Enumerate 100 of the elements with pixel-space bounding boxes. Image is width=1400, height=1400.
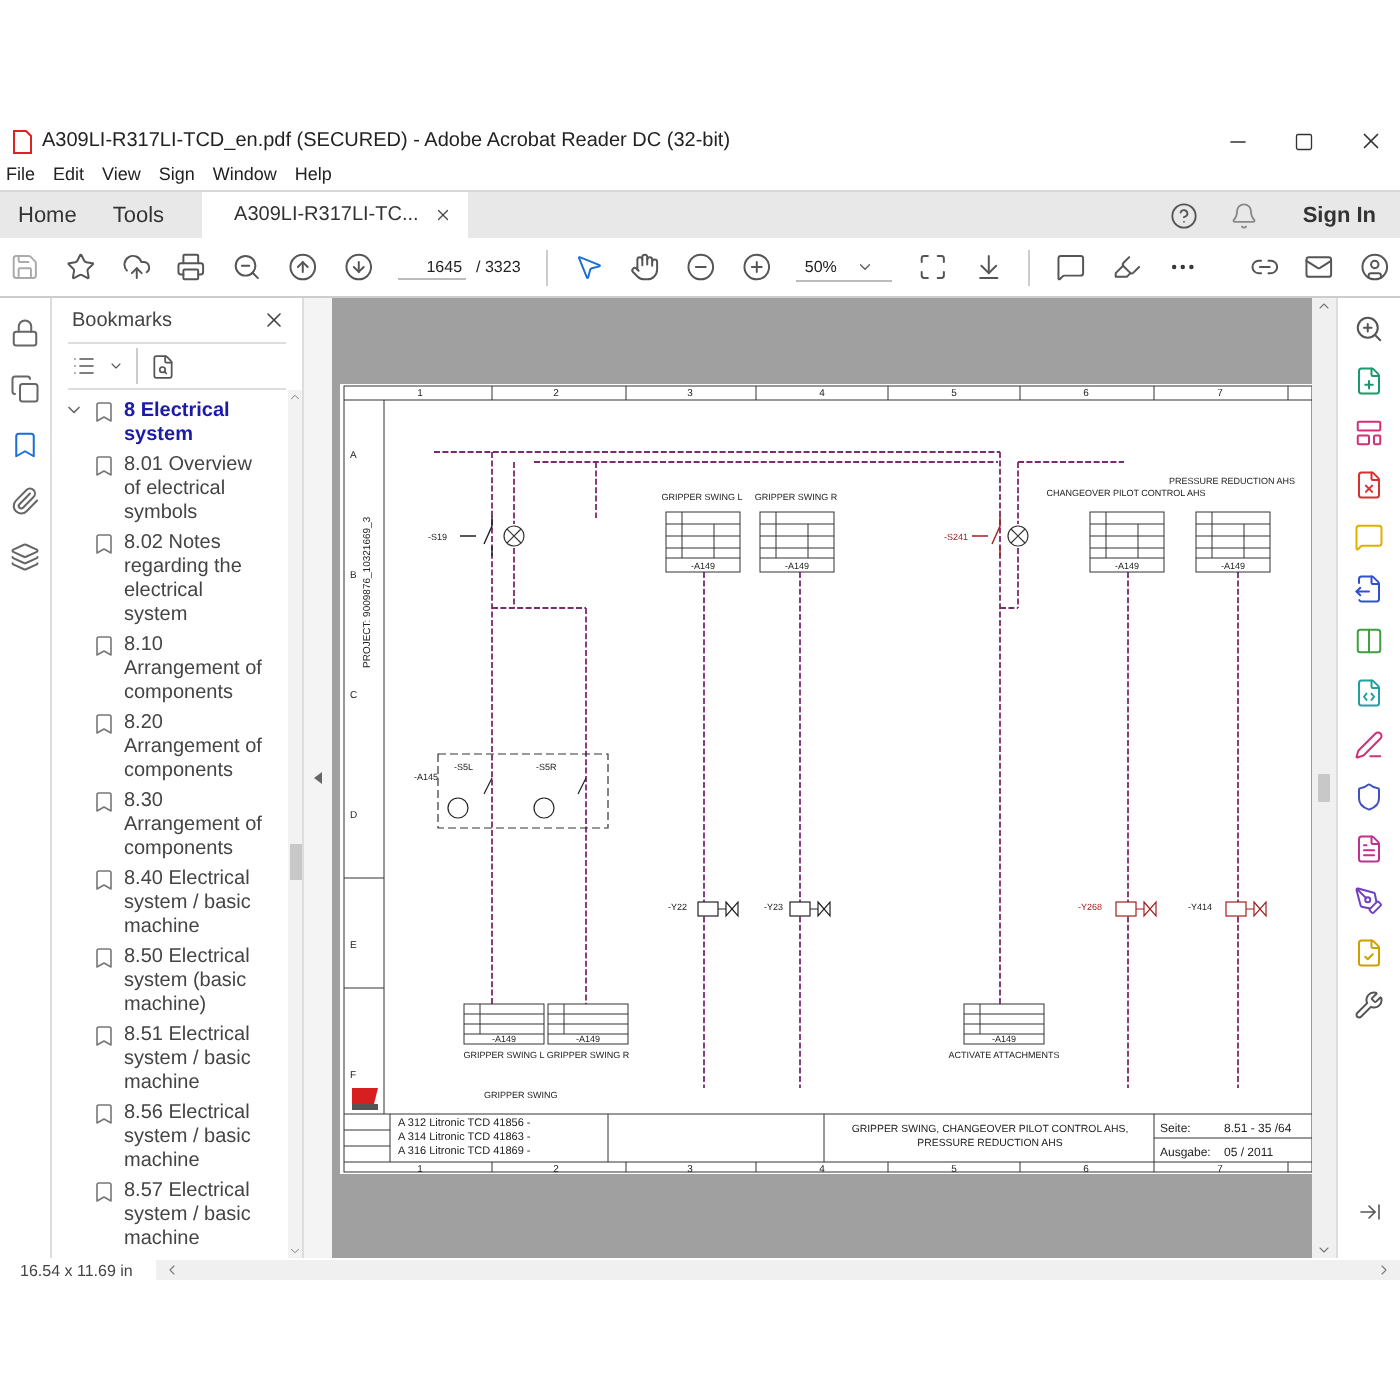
caret-icon[interactable] [108,358,124,374]
scrollbar-thumb[interactable] [289,844,301,880]
scrollbar-thumb[interactable] [1318,774,1330,802]
bookmark-icon [92,790,116,814]
bookmark-icon [92,634,116,658]
panel-title: Bookmarks [72,309,173,331]
bookmark-icon [92,1180,116,1204]
fit-page-icon[interactable] [917,252,948,282]
hand-icon[interactable] [630,252,660,282]
bookmark-item[interactable]: 8.51 Electrical system / basic machine [124,1024,268,1096]
bookmark-item[interactable]: 8.40 Electrical system / basic machine [124,868,268,940]
close-icon[interactable] [434,206,453,224]
highlighter-icon[interactable] [1112,252,1142,282]
zoom-field[interactable]: 50% [796,253,892,281]
valve-drawing [789,900,831,918]
file-plus-icon[interactable] [1354,366,1384,396]
bookmark-icon [92,454,116,478]
lock-icon[interactable] [10,318,40,348]
page-size: 16.54 x 11.69 in [20,1261,133,1279]
bookmark-icon [92,400,116,424]
pointer-icon[interactable] [574,252,605,282]
collapse-arrow-icon[interactable] [314,772,322,784]
pdf-file-icon [12,129,32,153]
print-icon[interactable] [176,252,207,282]
bookmark-item[interactable]: 8.10 Arrangement of components [124,634,268,706]
module-table [1195,511,1271,573]
file-check-icon[interactable] [1354,938,1384,968]
zoom-in-icon[interactable] [741,252,771,282]
menu-item[interactable]: Edit [53,163,85,183]
bookmark-item[interactable]: 8.01 Overview of electrical symbols [124,454,268,526]
pages-icon[interactable] [10,374,40,404]
sensor-drawing [447,777,587,819]
bookmark-icon [92,532,116,556]
tab[interactable]: Home [0,192,95,238]
user-icon[interactable] [1360,252,1391,282]
module-table [463,1003,545,1045]
tab[interactable]: A309LI-R317LI-TC... [202,192,469,238]
logo-icon [352,1088,378,1110]
mail-icon[interactable] [1304,252,1335,282]
module-table [963,1003,1045,1045]
previous-page-icon[interactable] [287,252,318,282]
signature-icon[interactable] [1354,886,1384,916]
help-icon[interactable] [1170,201,1199,229]
file-text-icon[interactable] [1354,834,1384,864]
sign-in-link[interactable]: Sign In [1302,203,1376,227]
file-x-icon[interactable] [1354,470,1384,500]
menu-item[interactable]: Sign [158,163,195,183]
module-table [547,1003,629,1045]
bookmark-item[interactable]: 8.50 Electrical system (basic machine) [124,946,268,1018]
shield-icon[interactable] [1354,782,1384,812]
bookmark-icon [92,1024,116,1048]
pen-icon[interactable] [1354,730,1384,760]
module-table [759,511,835,573]
module-table [1089,511,1165,573]
bookmark-item[interactable]: 8.02 Notes regarding the electrical system [124,532,268,628]
bell-icon[interactable] [1230,201,1259,229]
bookmark-icon [92,868,116,892]
bookmark-icon [92,712,116,736]
close-icon[interactable] [262,308,286,332]
next-page-icon[interactable] [343,252,373,282]
paperclip-icon[interactable] [10,486,40,516]
menu-item[interactable]: File [6,163,36,183]
scroll-up-icon[interactable] [1316,298,1332,314]
window-title: A309LI-R317LI-TCD_en.pdf (SECURED) - Adobe Acrobat Reader DC (32-bit) [42,130,733,152]
layout-icon[interactable] [1354,418,1384,448]
lamp-icon [503,525,525,547]
bookmark-item[interactable]: 8 Electrical system [124,400,268,448]
switch-drawing [971,515,1001,557]
scroll-down-icon[interactable] [1316,1242,1332,1258]
maximize-icon[interactable] [1294,131,1314,151]
valve-drawing [1225,900,1267,918]
page-number-field[interactable]: 1645 [398,255,467,279]
menu-item[interactable]: Help [294,163,332,183]
bookmark-item[interactable]: 8.57 Electrical system / basic machine [124,1180,268,1252]
zoom-in-icon[interactable] [1354,314,1384,344]
bookmark-item[interactable]: 8.20 Arrangement of components [124,712,268,784]
close-icon[interactable] [1358,128,1384,154]
comment-icon[interactable] [1056,252,1087,282]
menu-item[interactable]: View [102,163,141,183]
valve-drawing [697,900,739,918]
valve-drawing [1115,900,1157,918]
zoom-out-icon[interactable] [685,252,716,282]
find-bookmark-icon[interactable] [150,353,176,379]
scroll-right-icon[interactable] [1376,1262,1392,1278]
cloud-upload-icon[interactable] [121,252,151,282]
bookmark-icon [92,946,116,970]
wrench-icon[interactable] [1354,990,1384,1020]
scroll-mode-icon[interactable] [973,252,1003,282]
layers-icon[interactable] [10,542,40,572]
tab[interactable]: Tools [94,192,183,238]
expand-panel-icon[interactable] [1357,1200,1381,1224]
bookmark-icon[interactable] [10,430,40,460]
columns-icon[interactable] [1354,626,1384,656]
file-code-icon[interactable] [1354,678,1384,708]
zoom-out-icon[interactable] [232,252,262,282]
menu-item[interactable]: Window [212,163,277,183]
bookmark-item[interactable]: 8.56 Electrical system / basic machine [124,1102,268,1174]
bookmark-item[interactable]: 8.30 Arrangement of components [124,790,268,862]
star-icon[interactable] [65,252,96,282]
file-export-icon[interactable] [1354,574,1384,604]
